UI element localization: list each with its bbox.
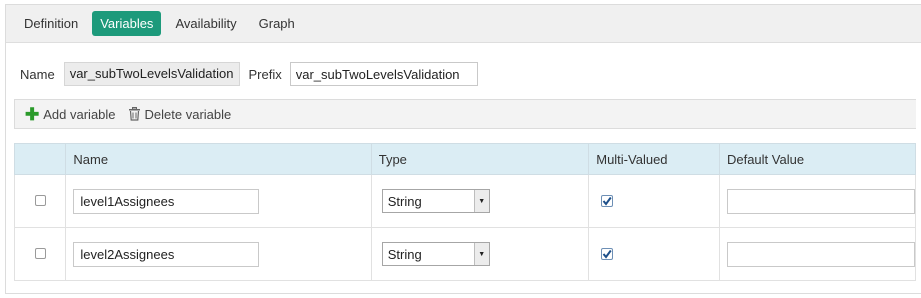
default-value-input[interactable] [726,188,915,214]
dropdown-arrow-icon: ▼ [473,243,489,265]
add-variable-button[interactable]: ✚ Add variable [25,106,116,123]
tab-availability[interactable]: Availability [167,11,244,36]
type-select[interactable]: String ▼ [381,189,490,213]
prefix-input[interactable] [289,62,478,86]
row-select-checkbox[interactable] [34,194,46,206]
plus-icon: ✚ [25,104,40,124]
name-value: var_subTwoLevelsValidation [63,62,240,86]
default-value-input[interactable] [726,241,915,267]
row-select-checkbox[interactable] [34,247,46,259]
variables-toolbar: ✚ Add variable Delete variable [14,99,916,129]
header-type: Type [370,143,590,175]
name-prefix-row: Name var_subTwoLevelsValidation Prefix [20,61,478,87]
table-row: String ▼ [13,227,917,281]
type-select-value: String [387,246,422,262]
table-row: String ▼ [13,174,917,228]
add-variable-label: Add variable [43,106,116,122]
header-default-value: Default Value [718,143,917,175]
variables-table: Name Type Multi-Valued Default Value Str… [13,143,917,281]
variable-name-input[interactable] [73,241,260,267]
multi-valued-checkbox[interactable] [601,247,614,260]
header-multi-valued: Multi-Valued [588,143,720,175]
type-select-value: String [387,193,422,209]
header-select [13,143,67,175]
name-label: Name [20,66,55,82]
delete-variable-button[interactable]: Delete variable [128,106,232,122]
prefix-label: Prefix [248,66,282,82]
multi-valued-checkbox[interactable] [601,194,614,207]
dropdown-arrow-icon: ▼ [473,190,489,212]
delete-variable-label: Delete variable [144,106,232,122]
tab-bar: Definition Variables Availability Graph [6,5,921,43]
tab-definition[interactable]: Definition [16,11,86,36]
type-select[interactable]: String ▼ [381,242,490,266]
tab-graph[interactable]: Graph [251,11,303,36]
variable-name-input[interactable] [73,188,260,214]
tab-variables[interactable]: Variables [92,11,162,36]
checkmark-icon [602,249,612,259]
trash-icon [128,107,141,121]
header-name: Name [65,143,372,175]
checkmark-icon [602,196,612,206]
